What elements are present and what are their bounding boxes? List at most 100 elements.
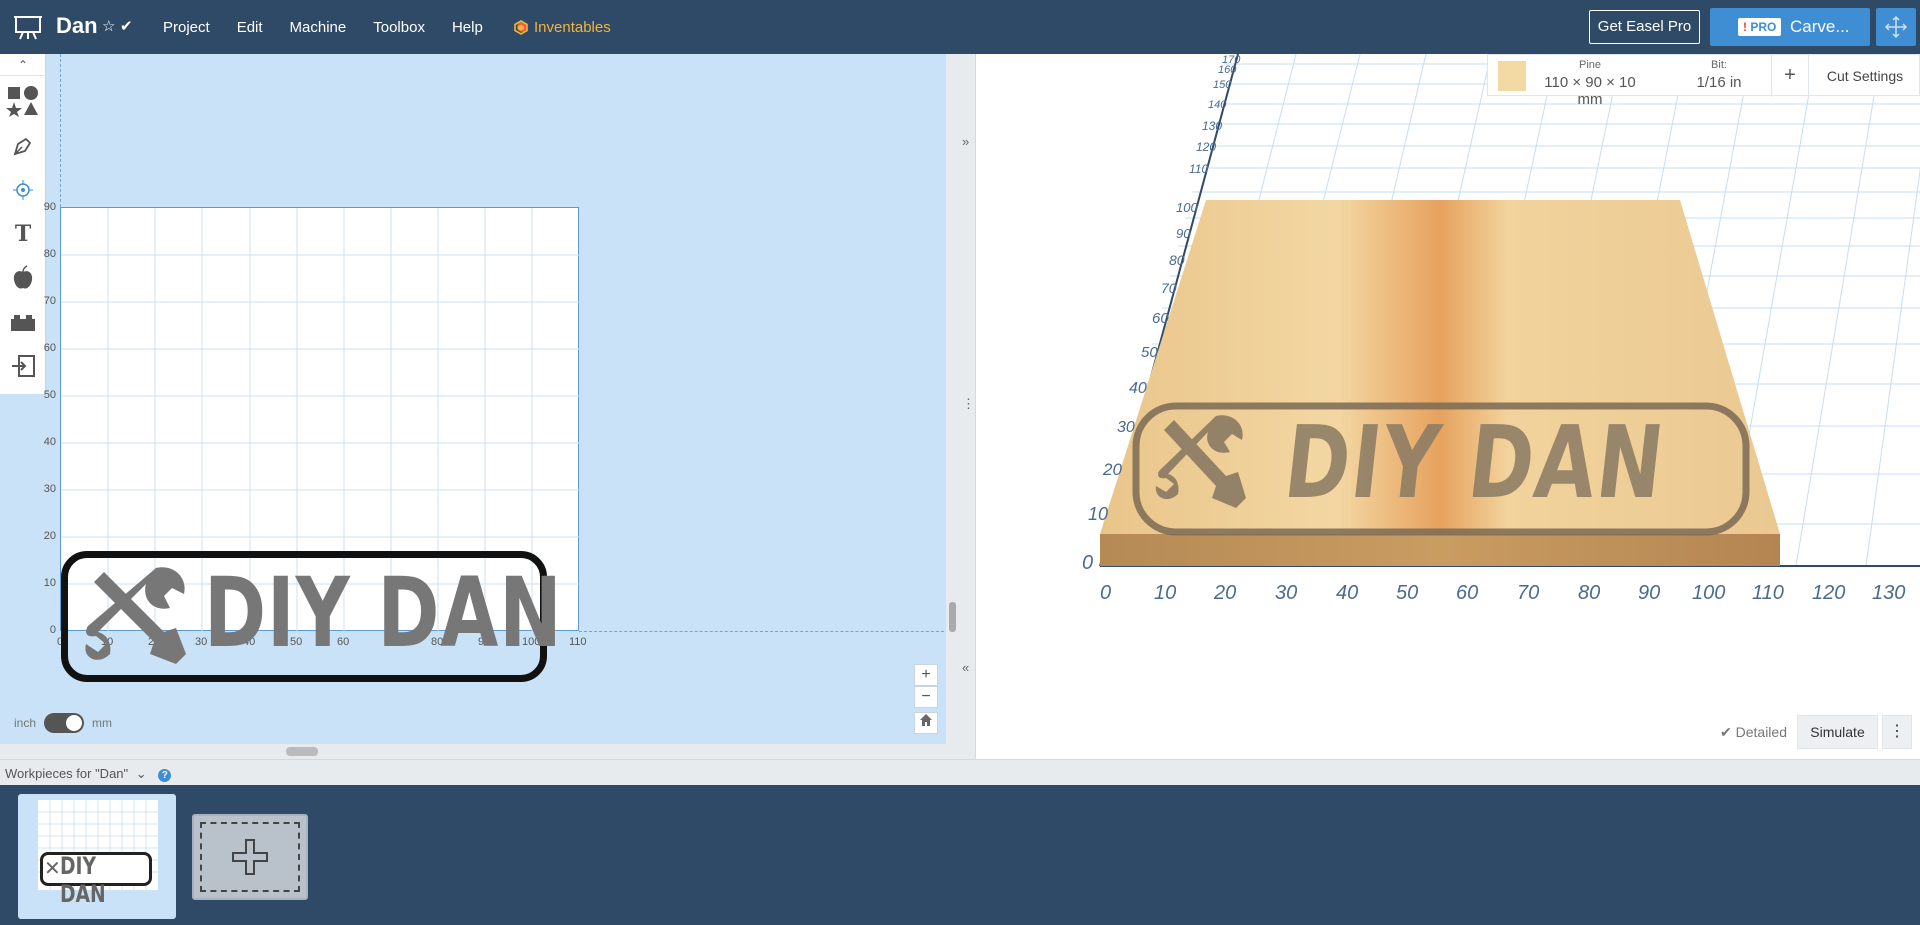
inventables-hex-icon — [514, 20, 528, 35]
y-tick: 50 — [43, 389, 56, 401]
target-point-icon — [13, 180, 33, 200]
simulate-button[interactable]: Simulate — [1797, 715, 1878, 749]
top-bar: Dan ☆ ✔ Project Edit Machine Toolbox Hel… — [0, 0, 1920, 54]
inventables-link[interactable]: Inventables — [514, 19, 611, 36]
unit-switch[interactable] — [44, 713, 85, 733]
plus-icon — [232, 839, 268, 875]
shapes-icon — [6, 86, 38, 117]
chevron-down-icon[interactable]: ⌄ — [136, 766, 147, 781]
y-tick: 60 — [43, 342, 56, 354]
3d-y-tick: 40 — [1129, 380, 1147, 397]
pro-badge-label: PRO — [1750, 20, 1777, 34]
y-tick: 10 — [43, 577, 56, 589]
alert-icon: ! — [1743, 20, 1747, 34]
carve-label: Carve... — [1790, 17, 1850, 36]
workpiece-thumbnail[interactable]: DIY DAN ✕ — [18, 794, 176, 919]
material-dimensions[interactable]: 110 × 90 × 10 mm — [1530, 74, 1650, 108]
detailed-label: Detailed — [1735, 724, 1787, 740]
add-bit-button[interactable]: + — [1771, 55, 1809, 97]
vertical-scrollbar[interactable] — [949, 602, 956, 632]
origin-guide-horizontal — [579, 631, 946, 632]
y-tick: 40 — [43, 436, 56, 448]
3d-x-tick: 130 — [1872, 582, 1906, 604]
unit-inch-label: inch — [14, 716, 37, 730]
3d-y-tick: 100 — [1176, 200, 1198, 215]
3d-x-tick: 70 — [1517, 582, 1540, 604]
3d-y-tick: 10 — [1088, 504, 1109, 524]
3d-x-tick: 100 — [1692, 582, 1726, 604]
home-view-button[interactable] — [914, 712, 938, 734]
design-canvas-pane[interactable]: ⌃ T 90 80 70 60 50 40 30 20 10 0 0 30 40… — [0, 54, 946, 744]
3d-x-tick: 0 — [1100, 582, 1112, 604]
horizontal-scrollbar[interactable] — [286, 747, 318, 756]
icon-library-tool[interactable] — [0, 256, 46, 300]
expand-right-icon[interactable]: » — [962, 134, 969, 149]
unit-mm-label: mm — [92, 716, 113, 730]
star-icon[interactable]: ☆ — [102, 17, 115, 35]
inventables-label: Inventables — [534, 19, 611, 36]
y-tick: 90 — [43, 201, 56, 213]
zoom-in-button[interactable]: + — [914, 664, 938, 686]
bit-value[interactable]: 1/16 in — [1674, 74, 1764, 91]
menu-toolbox[interactable]: Toolbox — [373, 19, 425, 36]
help-icon[interactable]: ? — [158, 769, 172, 782]
shapes-tool[interactable] — [0, 78, 46, 122]
workpieces-title: Workpieces for "Dan" — [5, 766, 129, 781]
menu-help-label: Help — [451, 19, 483, 36]
menu-project[interactable]: Project — [163, 19, 210, 36]
y-tick: 70 — [43, 295, 56, 307]
3d-y-tick: 140 — [1208, 99, 1227, 111]
3d-x-tick: 110 — [1752, 582, 1784, 604]
project-title[interactable]: Dan — [56, 13, 98, 39]
more-options-button[interactable]: ⋮ — [1882, 715, 1912, 749]
detailed-toggle[interactable]: ✔ Detailed — [1720, 724, 1787, 741]
cut-settings-button[interactable]: Cut Settings — [1809, 55, 1920, 97]
menu-machine[interactable]: Machine — [290, 19, 347, 36]
carve-button[interactable]: ! PRO Carve... — [1710, 8, 1870, 46]
zoom-out-button[interactable]: − — [914, 686, 938, 708]
check-icon: ✔ — [1720, 724, 1732, 740]
x-tick: 110 — [569, 636, 587, 648]
3d-y-tick: 130 — [1202, 119, 1223, 133]
3d-x-tick: 120 — [1812, 582, 1846, 604]
y-tick: 80 — [43, 248, 56, 260]
3d-y-tick: 150 — [1213, 79, 1232, 91]
add-workpiece-placeholder — [200, 822, 300, 892]
3d-y-tick: 80 — [1169, 252, 1185, 268]
pen-tool[interactable] — [0, 124, 46, 168]
apple-icon — [13, 265, 33, 289]
3d-y-tick: 90 — [1176, 226, 1191, 241]
unit-toggle[interactable]: inch mm — [14, 713, 112, 733]
3d-y-tick: 70 — [1161, 280, 1177, 296]
3d-y-tick: 20 — [1103, 460, 1122, 479]
3d-x-tick: 60 — [1456, 582, 1479, 604]
3d-x-tick: 30 — [1275, 582, 1298, 604]
collapse-toolbar-icon[interactable]: ⌃ — [0, 54, 46, 76]
material-name[interactable]: Pine — [1530, 59, 1650, 71]
material-swatch[interactable] — [1498, 61, 1526, 91]
3d-preview-pane[interactable]: DIY DAN 0 10 20 30 40 50 60 70 80 90 100… — [976, 54, 1920, 759]
text-t-icon: T — [14, 221, 32, 247]
drag-handle-icon[interactable]: ⋮ — [962, 396, 975, 412]
crossed-tools-icon[interactable] — [84, 562, 192, 670]
origin-guide-vertical — [60, 54, 61, 207]
logo-text[interactable]: DIY DAN — [204, 557, 563, 669]
3d-y-tick: 30 — [1117, 419, 1135, 436]
thumb-tools-icon: ✕ — [44, 858, 61, 880]
expand-icon — [1884, 15, 1908, 39]
easel-app-icon[interactable] — [14, 14, 42, 40]
fullscreen-button[interactable] — [1876, 8, 1916, 46]
3d-y-tick: 110 — [1189, 162, 1209, 176]
add-workpiece-button[interactable] — [192, 814, 308, 900]
workpiece-thumbnail-canvas: DIY DAN ✕ — [38, 800, 158, 908]
y-tick: 30 — [43, 483, 56, 495]
workpieces-header[interactable]: Workpieces for "Dan" ⌄ ? — [0, 759, 1920, 785]
3d-logo-text: DIY DAN — [1279, 404, 1671, 521]
import-icon — [12, 355, 35, 377]
expand-left-icon[interactable]: « — [962, 660, 969, 675]
3d-y-tick: 120 — [1196, 140, 1217, 154]
y-tick: 0 — [49, 624, 56, 636]
menu-edit[interactable]: Edit — [237, 19, 263, 36]
3d-x-tick: 80 — [1578, 582, 1601, 604]
get-easel-pro-button[interactable]: Get Easel Pro — [1589, 10, 1700, 44]
